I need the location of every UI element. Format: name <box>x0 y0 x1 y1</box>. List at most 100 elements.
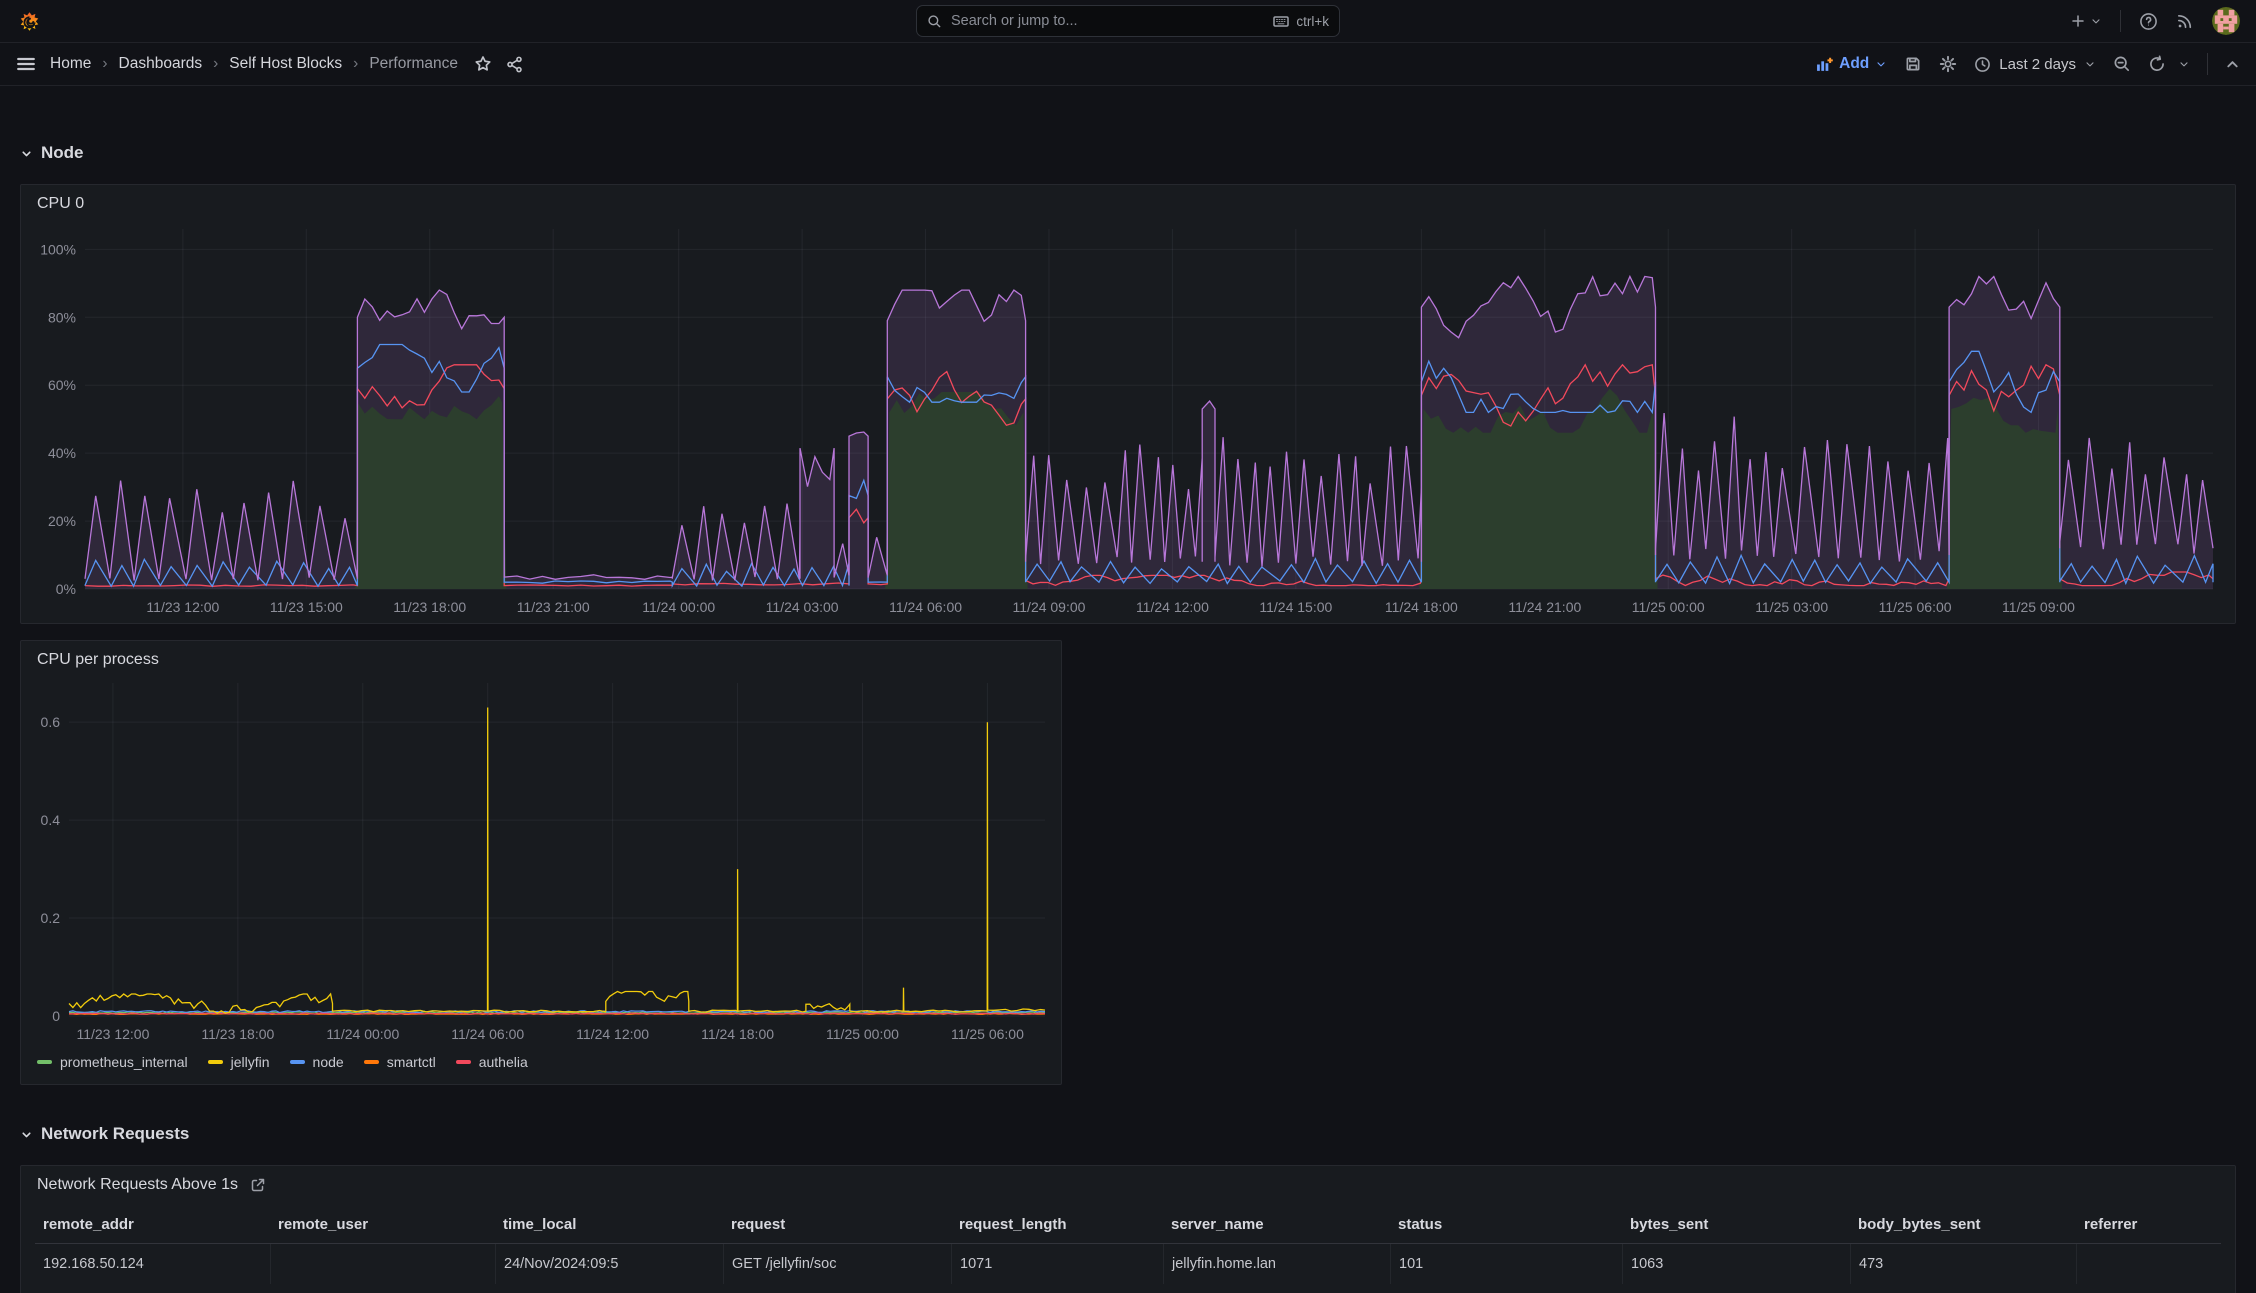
y-axis-label: 60% <box>48 377 76 393</box>
legend-swatch <box>455 1060 471 1064</box>
grafana-app: Search or jump to... ctrl+k Home › Dashb… <box>0 0 2256 1293</box>
section-chevron-icon <box>22 1131 31 1137</box>
y-axis-label: 0.2 <box>41 910 61 926</box>
breadcrumb-folder[interactable]: Self Host Blocks <box>229 55 342 73</box>
x-axis-label: 11/23 18:00 <box>201 1026 274 1042</box>
x-axis-label: 11/24 06:00 <box>451 1026 524 1042</box>
series-line-jellyfin <box>68 707 1046 1014</box>
series-line-authelia <box>68 1012 1046 1015</box>
chevron-down-icon <box>2092 19 2100 24</box>
nav-divider <box>2120 10 2121 32</box>
refresh-icon <box>2150 55 2164 71</box>
x-axis-label: 11/25 09:00 <box>2002 599 2075 615</box>
legend-item[interactable]: smartctl <box>363 1054 436 1070</box>
y-axis-label: 0.6 <box>41 714 61 730</box>
search-icon <box>928 14 941 27</box>
column-header[interactable]: referrer <box>2076 1204 2216 1243</box>
x-axis-label: 11/24 21:00 <box>1508 599 1581 615</box>
legend-item[interactable]: authelia <box>455 1054 528 1070</box>
legend-label: prometheus_internal <box>60 1054 188 1070</box>
legend-item[interactable]: jellyfin <box>207 1054 270 1070</box>
grafana-logo[interactable] <box>16 8 43 35</box>
share-button[interactable] <box>506 56 523 73</box>
refresh-button[interactable] <box>2148 55 2190 73</box>
keyboard-icon <box>1273 15 1290 27</box>
chart-legend: prometheus_internal jellyfin node smartctl a… <box>21 1050 1061 1084</box>
external-link-icon[interactable] <box>250 1177 266 1193</box>
panel-cpu0: CPU 0 0% 20% 40% 60% 80% 100% 11/23 12:00 11/23… <box>20 184 2236 624</box>
x-axis-label: 11/24 06:00 <box>889 599 962 615</box>
search-shortcut: ctrl+k <box>1272 14 1329 29</box>
chevron-down-icon <box>2180 62 2188 67</box>
x-axis-label: 11/23 12:00 <box>76 1026 149 1042</box>
search-input[interactable]: Search or jump to... ctrl+k <box>916 5 1340 37</box>
add-label: Add <box>1839 55 1870 72</box>
column-header[interactable]: time_local <box>495 1204 723 1243</box>
panel-title-text: Network Requests Above 1s <box>37 1176 238 1193</box>
network-table: remote_addr remote_user time_local request r… <box>35 1204 2221 1284</box>
dashboard-content: Node CPU 0 0% 20% 40% 60% 80% 100% 11/23 12:00… <box>0 140 2256 1293</box>
avatar[interactable] <box>2212 7 2240 35</box>
zoom-out-icon <box>2114 56 2130 72</box>
time-range-picker[interactable]: Last 2 days <box>1974 56 2096 73</box>
dashboard-settings-button[interactable] <box>1939 55 1957 73</box>
star-icon <box>475 56 491 71</box>
x-axis-label: 11/23 21:00 <box>517 599 590 615</box>
table-cell <box>270 1244 495 1284</box>
legend-item[interactable]: prometheus_internal <box>37 1054 188 1070</box>
toolbar-right: Add Last 2 days <box>1816 53 2240 75</box>
menu-icon <box>17 57 35 71</box>
section-title: Network Requests <box>41 1124 190 1143</box>
column-header[interactable]: request_length <box>951 1204 1163 1243</box>
table-cell: 101 <box>1390 1244 1622 1284</box>
breadcrumb-separator-icon: › <box>102 55 108 72</box>
breadcrumb-dashboards[interactable]: Dashboards <box>119 55 203 73</box>
table-row[interactable]: 192.168.50.124 24/Nov/2024:09:5 GET /jelly… <box>35 1244 2221 1284</box>
y-axis-label: 0.4 <box>41 812 61 828</box>
row-header-node[interactable]: Node <box>20 140 2236 166</box>
breadcrumb-home[interactable]: Home <box>50 55 91 73</box>
new-menu-button[interactable] <box>2070 13 2102 29</box>
column-header[interactable]: request <box>723 1204 951 1243</box>
save-dashboard-button[interactable] <box>1904 55 1922 73</box>
collapse-toolbar-button[interactable] <box>2225 57 2240 72</box>
toolbar-divider <box>2207 53 2208 75</box>
settings-icon <box>1940 55 1957 73</box>
x-axis-label: 11/23 18:00 <box>393 599 466 615</box>
dashboard-toolbar: Home › Dashboards › Self Host Blocks › P… <box>0 43 2256 86</box>
column-header[interactable]: remote_addr <box>35 1204 270 1243</box>
plus-icon <box>2072 15 2084 27</box>
cpu-per-process-chart[interactable]: 0 0.2 0.4 0.6 11/23 12:00 11/23 18:00 11/24 00… <box>21 671 1061 1050</box>
panel-network-requests: Network Requests Above 1s remote_addr rem… <box>20 1165 2236 1293</box>
x-axis-label: 11/24 15:00 <box>1259 599 1332 615</box>
panel-header[interactable]: CPU per process <box>21 641 1061 671</box>
add-button[interactable]: Add <box>1816 55 1887 73</box>
table-cell: jellyfin.home.lan <box>1163 1244 1390 1284</box>
panel-header[interactable]: Network Requests Above 1s <box>21 1166 2235 1196</box>
favorite-button[interactable] <box>474 55 492 73</box>
legend-label: authelia <box>478 1054 528 1070</box>
column-header[interactable]: bytes_sent <box>1622 1204 1850 1243</box>
mega-menu-button[interactable] <box>16 54 36 74</box>
x-axis-label: 11/25 06:00 <box>1879 599 1952 615</box>
legend-item[interactable]: node <box>289 1054 344 1070</box>
table-cell: 192.168.50.124 <box>43 1256 144 1272</box>
x-axis-label: 11/24 03:00 <box>766 599 839 615</box>
panel-header[interactable]: CPU 0 <box>21 185 2235 215</box>
column-header[interactable]: server_name <box>1163 1204 1390 1243</box>
table-cell: 473 <box>1850 1244 2076 1284</box>
row-header-network[interactable]: Network Requests <box>20 1121 2236 1147</box>
column-header[interactable]: status <box>1390 1204 1622 1243</box>
breadcrumb-separator-icon: › <box>353 55 359 72</box>
x-axis-label: 11/25 03:00 <box>1755 599 1828 615</box>
cpu0-chart[interactable]: 0% 20% 40% 60% 80% 100% 11/23 12:00 11/23 15:00… <box>21 215 2235 623</box>
column-header[interactable]: remote_user <box>270 1204 495 1243</box>
top-nav-right <box>2070 7 2240 35</box>
x-axis-label: 11/24 18:00 <box>1385 599 1458 615</box>
zoom-out-button[interactable] <box>2113 55 2131 73</box>
news-button[interactable] <box>2176 12 2194 30</box>
chevron-down-icon <box>2086 62 2094 67</box>
help-button[interactable] <box>2139 12 2158 31</box>
y-axis-label: 0 <box>52 1008 60 1024</box>
column-header[interactable]: body_bytes_sent <box>1850 1204 2076 1243</box>
